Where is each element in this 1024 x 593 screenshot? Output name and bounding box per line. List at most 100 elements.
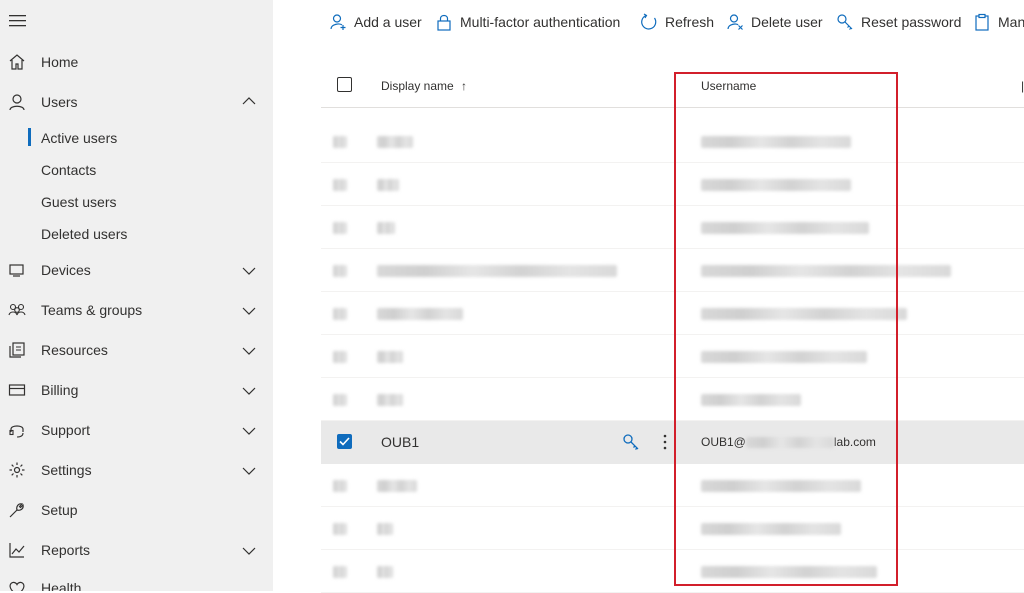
chevron-down-icon[interactable] — [242, 463, 256, 477]
redacted-display-name — [377, 566, 393, 578]
chevron-down-icon[interactable] — [242, 423, 256, 437]
clipboard-icon — [975, 13, 989, 31]
reset-password-button[interactable]: Reset password — [836, 11, 961, 33]
chevron-down-icon[interactable] — [242, 263, 256, 277]
add-user-label: Add a user — [354, 14, 422, 30]
nav-label: Setup — [41, 502, 78, 518]
table-row[interactable] — [321, 464, 1024, 507]
chevron-up-icon[interactable] — [242, 95, 256, 109]
nav-item-health[interactable]: Health — [0, 571, 273, 591]
more-options-icon[interactable] — [659, 432, 671, 452]
display-name-header-label: Display name — [381, 79, 454, 93]
redacted-row-checkbox — [333, 179, 347, 191]
table-row[interactable] — [321, 206, 1024, 249]
select-all-checkbox[interactable] — [337, 77, 352, 92]
reset-password-key-icon[interactable] — [622, 433, 640, 451]
redacted-row-checkbox — [333, 308, 347, 320]
column-header-display-name[interactable]: Display name ↑ — [381, 79, 467, 93]
redacted-username — [701, 222, 869, 234]
checkmark-icon — [339, 437, 350, 446]
add-person-icon — [330, 14, 346, 30]
nav-item-devices[interactable]: Devices — [0, 253, 273, 285]
nav-subitem-deleted-users[interactable]: Deleted users — [0, 219, 273, 247]
chevron-down-icon[interactable] — [242, 383, 256, 397]
nav-subitem-contacts[interactable]: Contacts — [0, 155, 273, 183]
table-row[interactable] — [321, 550, 1024, 593]
redacted-username — [701, 480, 861, 492]
redacted-display-name — [377, 265, 617, 277]
username-suffix: lab.com — [833, 435, 876, 449]
people-team-icon — [8, 303, 26, 316]
table-row[interactable] — [321, 163, 1024, 206]
row-display-name[interactable]: OUB1 — [381, 434, 419, 450]
column-header-username[interactable]: Username — [701, 79, 756, 93]
table-row[interactable] — [321, 249, 1024, 292]
redacted-username — [701, 179, 851, 191]
nav-item-home[interactable]: Home — [0, 45, 273, 77]
username-header-label: Username — [701, 79, 757, 93]
redacted-display-name — [377, 179, 399, 191]
table-row[interactable] — [321, 120, 1024, 163]
command-bar: Add a user Multi-factor authentication R… — [273, 0, 1024, 44]
nav-label: Devices — [41, 262, 91, 278]
nav-label: Resources — [41, 342, 108, 358]
nav-item-billing[interactable]: Billing — [0, 373, 273, 405]
nav-label: Reports — [41, 542, 91, 558]
credit-card-icon — [8, 384, 26, 396]
redacted-display-name — [377, 308, 463, 320]
redacted-username — [701, 308, 907, 320]
nav-item-teams-groups[interactable]: Teams & groups — [0, 293, 273, 325]
redacted-row-checkbox — [333, 523, 347, 535]
redacted-display-name — [377, 222, 395, 234]
add-user-button[interactable]: Add a user — [329, 11, 422, 33]
redacted-username — [701, 566, 877, 578]
manage-button[interactable]: Man — [973, 11, 1024, 33]
redacted-username — [701, 351, 867, 363]
manage-label: Man — [998, 14, 1024, 30]
nav-item-users[interactable]: Users — [0, 85, 273, 117]
nav-item-settings[interactable]: Settings — [0, 453, 273, 485]
table-row[interactable] — [321, 292, 1024, 335]
table-header: Display name ↑ Username | — [321, 68, 1024, 108]
nav-subitem-guest-users[interactable]: Guest users — [0, 187, 273, 215]
redacted-row-checkbox — [333, 566, 347, 578]
delete-user-button[interactable]: Delete user — [726, 11, 823, 33]
redacted-username — [701, 265, 951, 277]
nav-item-setup[interactable]: Setup — [0, 493, 273, 525]
redacted-display-name — [377, 136, 413, 148]
key-icon — [837, 14, 853, 30]
nav-item-support[interactable]: Support — [0, 413, 273, 445]
refresh-button[interactable]: Refresh — [640, 11, 714, 33]
wrench-icon — [9, 503, 24, 518]
nav-label: Support — [41, 422, 91, 438]
chevron-down-icon[interactable] — [242, 303, 256, 317]
nav-label: Health — [41, 580, 82, 591]
nav-sublabel: Guest users — [41, 194, 117, 210]
redacted-row-checkbox — [333, 351, 347, 363]
nav-subitem-active-users[interactable]: Active users — [0, 123, 273, 151]
redacted-row-checkbox — [333, 136, 347, 148]
table-row[interactable] — [321, 507, 1024, 550]
refresh-label: Refresh — [665, 14, 715, 30]
nav-label: Teams & groups — [41, 302, 143, 318]
resources-icon — [9, 342, 25, 358]
mfa-label: Multi-factor authentication — [460, 14, 621, 30]
nav-item-resources[interactable]: Resources — [0, 333, 273, 365]
nav-label: Billing — [41, 382, 79, 398]
table-row[interactable] — [321, 378, 1024, 421]
left-navigation: Home Users Active users Contacts Guest u… — [0, 0, 273, 591]
hamburger-menu-icon[interactable] — [9, 13, 27, 29]
mfa-button[interactable]: Multi-factor authentication — [435, 11, 620, 33]
redacted-username — [701, 136, 851, 148]
table-row-selected[interactable]: OUB1 OUB1@ lab.com — [321, 421, 1024, 464]
chevron-down-icon[interactable] — [242, 343, 256, 357]
nav-item-reports[interactable]: Reports — [0, 533, 273, 565]
row-checkbox-checked[interactable] — [337, 434, 352, 449]
delete-user-label: Delete user — [751, 14, 823, 30]
heart-pulse-icon — [9, 581, 25, 591]
nav-sublabel: Deleted users — [41, 226, 128, 242]
chevron-down-icon[interactable] — [242, 543, 256, 557]
redacted-display-name — [377, 351, 403, 363]
table-row[interactable] — [321, 335, 1024, 378]
redacted-username — [701, 523, 841, 535]
